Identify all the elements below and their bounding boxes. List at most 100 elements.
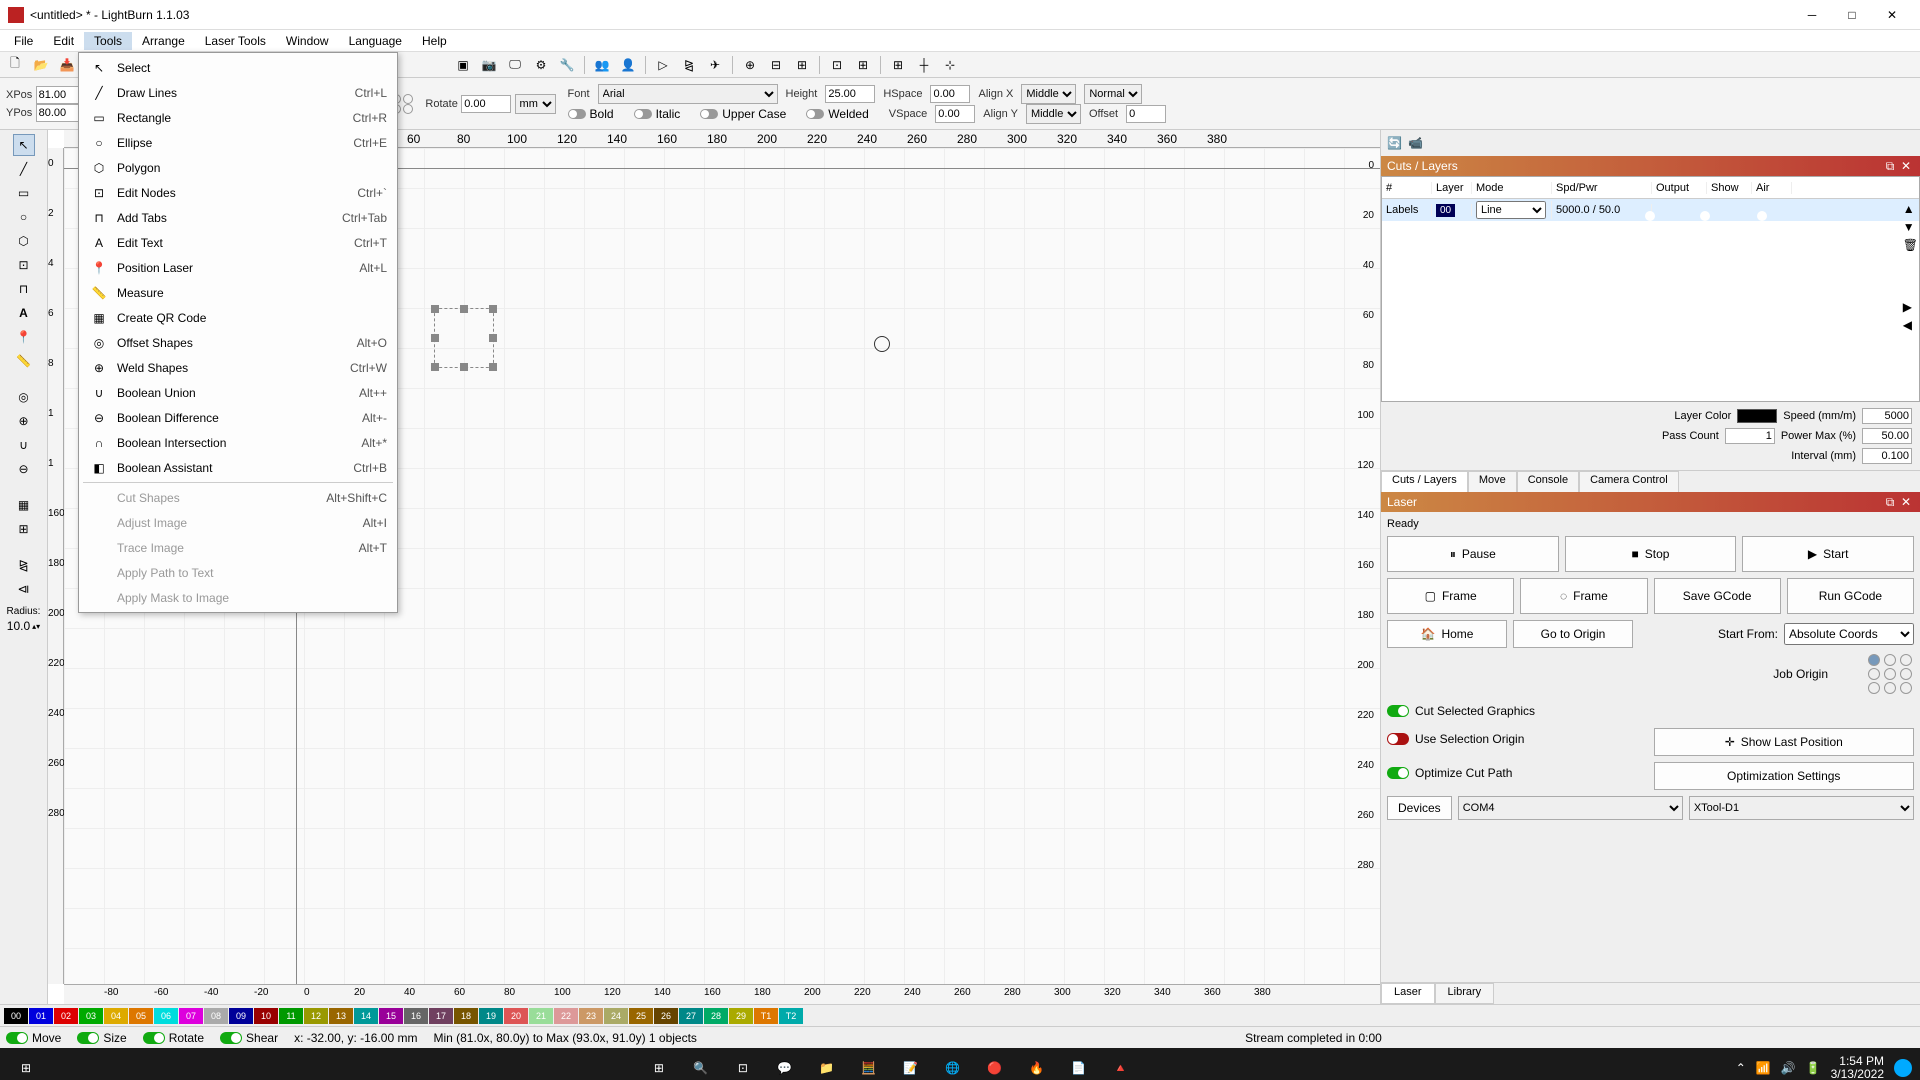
color-swatch[interactable]: 17 [429, 1008, 453, 1024]
position-tool[interactable]: 📍 [13, 326, 35, 348]
tb-vlc-icon[interactable]: 🔺 [1103, 1050, 1139, 1080]
menu-language[interactable]: Language [339, 32, 412, 50]
offset-tool[interactable]: ◎ [13, 386, 35, 408]
tool-play[interactable]: ▷ [652, 54, 674, 76]
dd-measure[interactable]: 📏Measure [79, 280, 397, 305]
dd-positionlaser[interactable]: 📍Position LaserAlt+L [79, 255, 397, 280]
dd-polygon[interactable]: ⬡Polygon [79, 155, 397, 180]
opt-settings-button[interactable]: Optimization Settings [1654, 762, 1915, 790]
sel-handle[interactable] [460, 363, 468, 371]
height-input[interactable] [825, 85, 875, 103]
color-swatch[interactable]: 06 [154, 1008, 178, 1024]
col-air[interactable]: Air [1752, 182, 1792, 194]
tool-align2[interactable]: ⊞ [791, 54, 813, 76]
menu-arrange[interactable]: Arrange [132, 32, 195, 50]
tray-notif-icon[interactable] [1894, 1059, 1912, 1077]
hspace-input[interactable] [930, 85, 970, 103]
panel-pop-icon[interactable]: ⧉ [1882, 158, 1898, 174]
tb-chrome-icon[interactable]: 🔴 [977, 1050, 1013, 1080]
tool-align1[interactable]: ⊟ [765, 54, 787, 76]
stop-button[interactable]: ■Stop [1565, 536, 1737, 572]
nodes-tool[interactable]: ⊡ [13, 254, 35, 276]
dd-offset[interactable]: ◎Offset ShapesAlt+O [79, 330, 397, 355]
start-button[interactable]: ▶Start [1742, 536, 1914, 572]
tool-import[interactable]: 📥 [56, 54, 78, 76]
tab-cuts[interactable]: Cuts / Layers [1381, 471, 1468, 492]
rect-tool[interactable]: ▭ [13, 182, 35, 204]
sel-handle[interactable] [489, 334, 497, 342]
tool-array1[interactable]: ⊞ [887, 54, 909, 76]
color-swatch[interactable]: 05 [129, 1008, 153, 1024]
menu-window[interactable]: Window [276, 32, 339, 50]
shear-toggle[interactable] [220, 1032, 242, 1044]
sel-handle[interactable] [431, 305, 439, 313]
tb-notepad-icon[interactable]: 📝 [893, 1050, 929, 1080]
tool-send[interactable]: ✈ [704, 54, 726, 76]
tab-console[interactable]: Console [1517, 471, 1579, 492]
close-button[interactable]: ✕ [1872, 1, 1912, 29]
tb-taskview-icon[interactable]: ⊡ [725, 1050, 761, 1080]
dd-diff[interactable]: ⊖Boolean DifferenceAlt+- [79, 405, 397, 430]
origin-dot[interactable] [1884, 682, 1896, 694]
tool-target[interactable]: ⊕ [739, 54, 761, 76]
color-swatch[interactable]: 08 [204, 1008, 228, 1024]
dd-union[interactable]: ∪Boolean UnionAlt++ [79, 380, 397, 405]
diff-tool[interactable]: ⊖ [13, 458, 35, 480]
color-swatch[interactable]: 20 [504, 1008, 528, 1024]
sel-handle[interactable] [489, 363, 497, 371]
origin-dot[interactable] [1884, 668, 1896, 680]
origin-dot[interactable] [1868, 682, 1880, 694]
tab-camera[interactable]: Camera Control [1579, 471, 1679, 492]
tray-battery-icon[interactable]: 🔋 [1806, 1061, 1821, 1075]
dd-addtabs[interactable]: ⊓Add TabsCtrl+Tab [79, 205, 397, 230]
tab-move[interactable]: Move [1468, 471, 1517, 492]
tab-laser[interactable]: Laser [1381, 983, 1435, 1004]
show-last-button[interactable]: ✛Show Last Position [1654, 728, 1915, 756]
normal-select[interactable]: Normal [1084, 84, 1142, 104]
text-tool[interactable]: A [13, 302, 35, 324]
panel-close-icon[interactable]: ✕ [1898, 494, 1914, 510]
port-select[interactable]: COM4 [1458, 796, 1683, 820]
job-origin-grid[interactable] [1868, 654, 1914, 694]
color-swatch[interactable]: 03 [79, 1008, 103, 1024]
radius-value[interactable]: 10.0 [7, 619, 30, 633]
color-swatch[interactable]: 02 [54, 1008, 78, 1024]
tab-library[interactable]: Library [1435, 983, 1495, 1004]
grid-tool[interactable]: ▦ [13, 494, 35, 516]
menu-lasertools[interactable]: Laser Tools [195, 32, 276, 50]
right-icon[interactable]: ▶ [1903, 300, 1918, 314]
tool-array3[interactable]: ⊹ [939, 54, 961, 76]
dd-weld[interactable]: ⊕Weld ShapesCtrl+W [79, 355, 397, 380]
color-swatch[interactable]: 18 [454, 1008, 478, 1024]
dd-drawlines[interactable]: ╱Draw LinesCtrl+L [79, 80, 397, 105]
select-tool[interactable]: ↖ [13, 134, 35, 156]
tool-wrench[interactable]: 🔧 [556, 54, 578, 76]
color-swatch[interactable]: 26 [654, 1008, 678, 1024]
color-swatch[interactable]: 01 [29, 1008, 53, 1024]
color-swatch[interactable]: T2 [779, 1008, 803, 1024]
tool-ungroup[interactable]: 👤 [617, 54, 639, 76]
pass-input[interactable] [1725, 428, 1775, 444]
sel-handle[interactable] [431, 363, 439, 371]
frame-circle-button[interactable]: ◌Frame [1520, 578, 1647, 614]
move-toggle[interactable] [6, 1032, 28, 1044]
dd-edittext[interactable]: AEdit TextCtrl+T [79, 230, 397, 255]
color-swatch[interactable]: 21 [529, 1008, 553, 1024]
array-tool[interactable]: ⊞ [13, 518, 35, 540]
rotate-toggle[interactable] [143, 1032, 165, 1044]
union-tool[interactable]: ∪ [13, 434, 35, 456]
origin-dot[interactable] [1900, 654, 1912, 666]
camera-icon[interactable]: 📹 [1408, 136, 1423, 150]
color-swatch[interactable]: 29 [729, 1008, 753, 1024]
color-swatch[interactable]: 24 [604, 1008, 628, 1024]
tool-dist2[interactable]: ⊞ [852, 54, 874, 76]
tool-screen[interactable]: 🖵 [504, 54, 526, 76]
rotate-input[interactable] [461, 95, 511, 113]
refresh-icon[interactable]: 🔄 [1387, 136, 1402, 150]
color-swatch[interactable]: 16 [404, 1008, 428, 1024]
tb-windows-icon[interactable]: ⊞ [641, 1050, 677, 1080]
devices-button[interactable]: Devices [1387, 796, 1452, 820]
color-swatch[interactable]: T1 [754, 1008, 778, 1024]
dd-select[interactable]: ↖Select [79, 55, 397, 80]
size-toggle[interactable] [77, 1032, 99, 1044]
